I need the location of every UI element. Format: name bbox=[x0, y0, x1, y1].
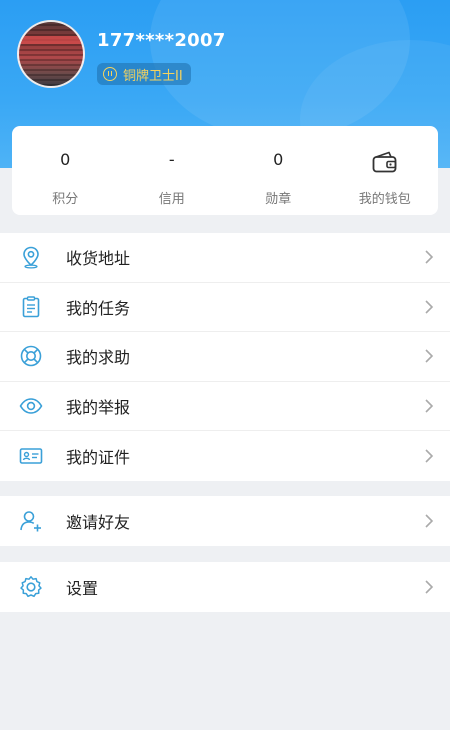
menu-group-settings: 设置 bbox=[0, 562, 450, 612]
chevron-right-icon bbox=[425, 250, 434, 264]
stat-value: 0 bbox=[273, 150, 284, 169]
avatar[interactable] bbox=[17, 20, 85, 88]
menu-item-certificates[interactable]: 我的证件 bbox=[0, 431, 450, 481]
menu-label: 我的证件 bbox=[66, 447, 131, 467]
menu-group-invite: 邀请好友 bbox=[0, 496, 450, 546]
menu-item-reports[interactable]: 我的举报 bbox=[0, 382, 450, 431]
stat-wallet[interactable]: 我的钱包 bbox=[332, 126, 439, 215]
clipboard-icon bbox=[22, 296, 40, 318]
menu-group-main: 收货地址 我的任务 我的求助 我的举报 我的证件 bbox=[0, 233, 450, 481]
stat-value: 0 bbox=[60, 150, 71, 169]
eye-icon bbox=[19, 397, 43, 414]
stat-value: - bbox=[168, 150, 175, 169]
menu-label: 邀请好友 bbox=[66, 512, 131, 532]
menu-label: 我的举报 bbox=[66, 397, 131, 417]
chevron-right-icon bbox=[425, 300, 434, 314]
wallet-icon bbox=[372, 151, 397, 173]
location-pin-icon bbox=[23, 246, 39, 269]
stat-label: 勋章 bbox=[265, 192, 292, 207]
stat-label: 信用 bbox=[158, 192, 185, 207]
pause-badge-icon bbox=[103, 67, 117, 81]
menu-item-invite[interactable]: 邀请好友 bbox=[0, 496, 450, 546]
menu-item-tasks[interactable]: 我的任务 bbox=[0, 283, 450, 332]
stat-credit[interactable]: - 信用 bbox=[119, 126, 226, 215]
chevron-right-icon bbox=[425, 349, 434, 363]
menu-item-settings[interactable]: 设置 bbox=[0, 562, 450, 612]
stats-card: 0 积分 - 信用 0 勋章 我的钱包 bbox=[12, 126, 438, 215]
menu-item-help[interactable]: 我的求助 bbox=[0, 332, 450, 382]
menu-label: 我的任务 bbox=[66, 298, 131, 318]
user-phone: 177****2007 bbox=[97, 30, 226, 51]
stat-label: 我的钱包 bbox=[358, 192, 411, 207]
chevron-right-icon bbox=[425, 449, 434, 463]
chevron-right-icon bbox=[425, 514, 434, 528]
add-user-icon bbox=[20, 510, 41, 532]
menu-label: 我的求助 bbox=[66, 348, 131, 368]
chevron-right-icon bbox=[425, 399, 434, 413]
lifebuoy-icon bbox=[20, 345, 42, 367]
level-badge[interactable]: 铜牌卫士II bbox=[97, 63, 191, 85]
menu-item-address[interactable]: 收货地址 bbox=[0, 233, 450, 283]
menu-label: 收货地址 bbox=[66, 249, 131, 269]
id-card-icon bbox=[19, 447, 43, 464]
badge-label: 铜牌卫士II bbox=[123, 68, 183, 84]
stat-points[interactable]: 0 积分 bbox=[12, 126, 119, 215]
gear-icon bbox=[20, 575, 42, 597]
stat-medals[interactable]: 0 勋章 bbox=[225, 126, 332, 215]
stat-label: 积分 bbox=[52, 192, 79, 207]
chevron-right-icon bbox=[425, 580, 434, 594]
menu-label: 设置 bbox=[66, 578, 99, 598]
